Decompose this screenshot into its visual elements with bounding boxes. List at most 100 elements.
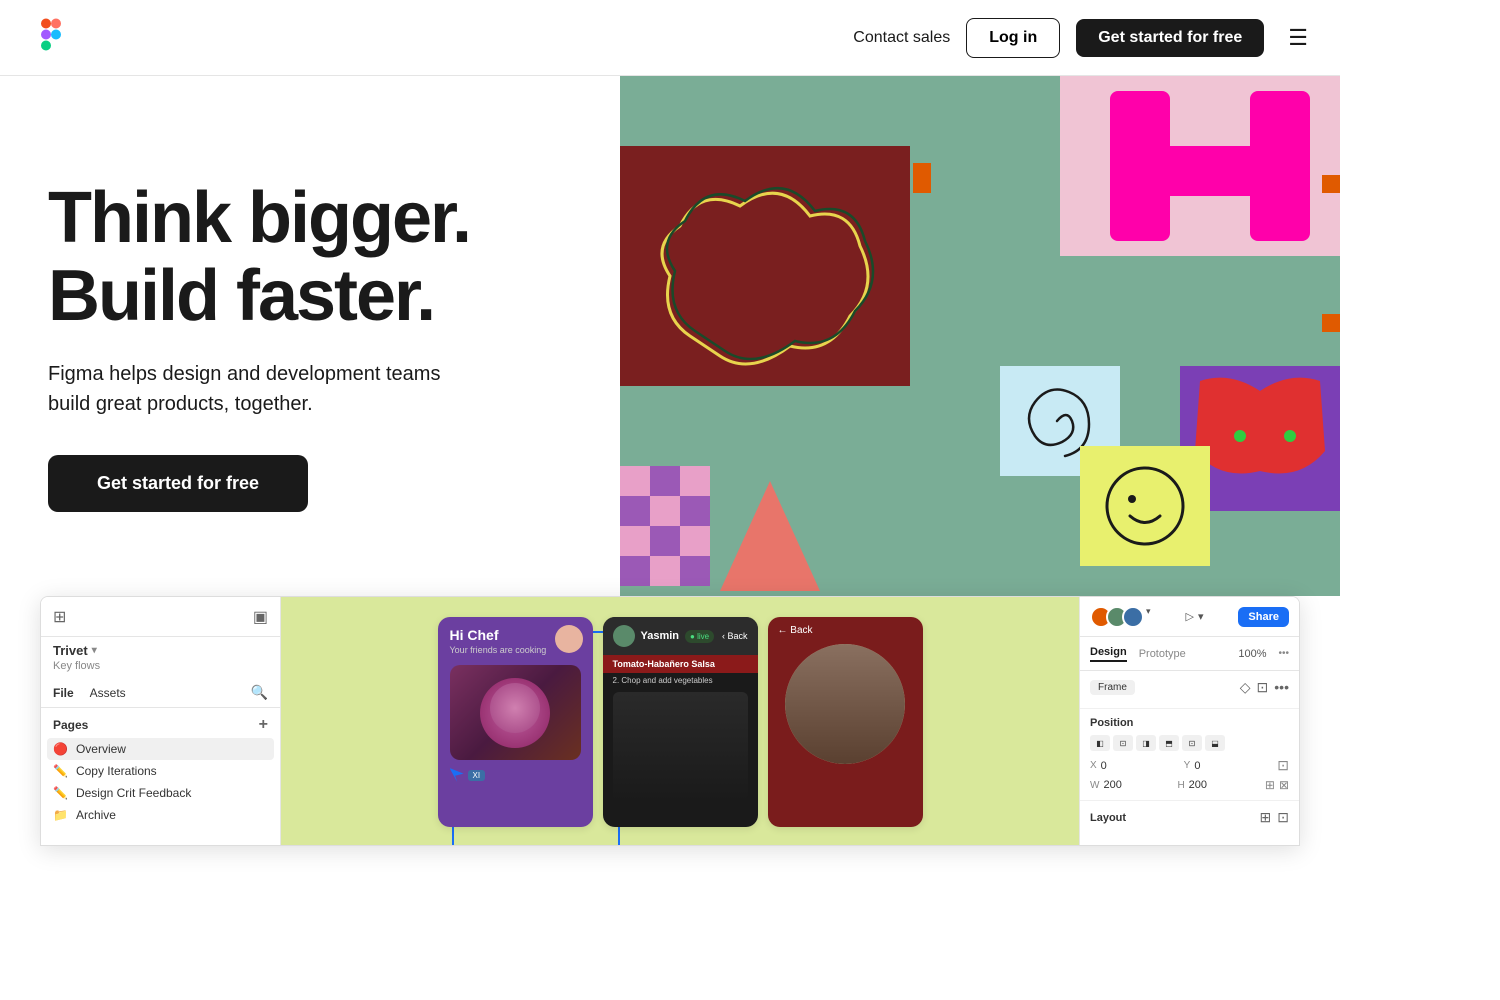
hero-cta-button[interactable]: Get started for free (48, 455, 308, 512)
hero-left: Think bigger. Build faster. Figma helps … (0, 76, 620, 596)
panel-keyflows: Key flows (41, 658, 280, 678)
figma-ui-mockup: ⊞ ▣ Trivet ▾ Key flows File Assets 🔍 Pag… (40, 596, 1300, 846)
play-chevron: ▾ (1198, 610, 1204, 623)
cake-image (450, 665, 581, 760)
play-icon: ▷ (1185, 610, 1193, 623)
collaborator-avatars: ▾ (1090, 606, 1151, 628)
tab-design[interactable]: Design (1090, 646, 1127, 662)
live-badge: ● live (685, 630, 714, 643)
align-right-icon[interactable]: ◨ (1136, 735, 1156, 751)
orange-handle-right-bl (1322, 314, 1340, 332)
frame-1-wrapper: Hi Chef Your friends are cooking (438, 617, 593, 827)
login-button[interactable]: Log in (966, 18, 1060, 58)
page-item-archive[interactable]: 📁 Archive (41, 804, 280, 826)
file-tab[interactable]: File (53, 686, 74, 700)
align-center-h-icon[interactable]: ⊡ (1113, 735, 1133, 751)
recipe-step: 2. Chop and add vegetables (603, 673, 758, 688)
figma-left-panel: ⊞ ▣ Trivet ▾ Key flows File Assets 🔍 Pag… (41, 597, 281, 845)
y-label: Y (1184, 760, 1191, 771)
yellow-blob-shape (640, 156, 890, 376)
page-label-overview: Overview (76, 742, 126, 756)
orange-handle-right-tl (1322, 175, 1340, 193)
search-icon[interactable]: 🔍 (251, 684, 268, 701)
page-item-design-crit[interactable]: ✏️ Design Crit Feedback (41, 782, 280, 804)
frame-row: Frame ◇ ⊡ ••• (1090, 679, 1289, 696)
resize-icon[interactable]: ⊡ (1277, 757, 1289, 774)
w-value: 200 (1103, 779, 1121, 791)
more-icon[interactable]: ••• (1274, 679, 1289, 696)
person-silhouette (785, 644, 905, 764)
more-options-icon[interactable]: ••• (1278, 648, 1289, 659)
hero-title: Think bigger. Build faster. (48, 180, 572, 336)
page-label-design-crit: Design Crit Feedback (76, 786, 191, 800)
nav-cta-button[interactable]: Get started for free (1076, 19, 1264, 57)
wh-row: W 200 H 200 ⊞ ⊠ (1090, 778, 1289, 792)
layout-auto-icon[interactable]: ⊡ (1277, 809, 1289, 826)
smiley-face-shape (1095, 461, 1195, 551)
position-section: Position ◧ ⊡ ◨ ⬒ ⊡ ⬓ X 0 Y 0 ⊡ (1080, 709, 1299, 801)
zoom-level[interactable]: 100% (1238, 648, 1266, 660)
hamburger-menu-icon[interactable]: ☰ (1288, 25, 1308, 51)
layout-grid-icon[interactable]: ⊞ (1260, 809, 1272, 826)
yasmin-header: Yasmin ● live ‹ Back (603, 617, 758, 655)
add-page-button[interactable]: + (259, 716, 268, 734)
frame-section: Frame ◇ ⊡ ••• (1080, 671, 1299, 709)
page-icon-archive: 📁 (53, 808, 68, 822)
grid-icon[interactable]: ⊞ (53, 607, 66, 627)
page-label-archive: Archive (76, 808, 116, 822)
frame-yasmin: Yasmin ● live ‹ Back Tomato-Habañero Sal… (603, 617, 758, 827)
panel-filetabs: File Assets 🔍 (41, 678, 280, 708)
position-label: Position (1090, 717, 1289, 729)
figma-canvas: Hi Chef Your friends are cooking (281, 597, 1079, 845)
page-icon-overview: 🔴 (53, 742, 68, 756)
component-icon[interactable]: ◇ (1240, 679, 1251, 696)
layout-label: Layout (1090, 812, 1126, 824)
sidebar-toggle-icon[interactable]: ▣ (253, 607, 268, 627)
assets-tab[interactable]: Assets (90, 686, 126, 700)
hero-section: Think bigger. Build faster. Figma helps … (0, 76, 1340, 596)
orange-handle-bl (913, 163, 931, 181)
align-center-v-icon[interactable]: ⊡ (1182, 735, 1202, 751)
magenta-h-shape (1100, 86, 1320, 246)
xy-row: X 0 Y 0 ⊡ (1090, 757, 1289, 774)
page-item-copy-iterations[interactable]: ✏️ Copy Iterations (41, 760, 280, 782)
hi-chef-title: Hi Chef (450, 627, 547, 643)
w-field: W 200 (1090, 778, 1169, 792)
person-image (785, 644, 905, 764)
frame-dropdown[interactable]: Frame (1090, 680, 1135, 695)
frame-hi-chef: Hi Chef Your friends are cooking (438, 617, 593, 827)
panel-brand[interactable]: Trivet ▾ (41, 637, 280, 658)
align-bottom-icon[interactable]: ⬓ (1205, 735, 1225, 751)
page-icon-design-crit: ✏️ (53, 786, 68, 800)
page-label-copy: Copy Iterations (76, 764, 157, 778)
yasmin-name: Yasmin (641, 630, 680, 642)
recipe-title: Tomato-Habañero Salsa (603, 655, 758, 673)
play-button[interactable]: ▷ ▾ (1185, 610, 1203, 623)
copy-icon[interactable]: ⊡ (1257, 679, 1269, 696)
tab-prototype[interactable]: Prototype (1139, 648, 1186, 660)
figma-logo (32, 16, 70, 59)
back-button: ← Back (768, 617, 923, 644)
hero-subtitle: Figma helps design and development teams… (48, 359, 468, 419)
right-topbar: ▾ ▷ ▾ Share (1080, 597, 1299, 637)
layout-section: Layout ⊞ ⊡ (1080, 801, 1299, 834)
h-field: H 200 (1177, 778, 1256, 792)
align-top-icon[interactable]: ⬒ (1159, 735, 1179, 751)
figma-right-panel: ▾ ▷ ▾ Share Design Prototype 100% ••• Fr… (1079, 597, 1299, 845)
layout-row: Layout ⊞ ⊡ (1090, 809, 1289, 826)
align-left-icon[interactable]: ◧ (1090, 735, 1110, 751)
y-field: Y 0 (1184, 757, 1270, 774)
layout-icons: ⊞ ⊡ (1260, 809, 1289, 826)
share-button[interactable]: Share (1238, 607, 1289, 627)
lock-ratio-icon[interactable]: ⊞ (1265, 778, 1275, 792)
frame-back: ← Back (768, 617, 923, 827)
pages-header: Pages + (41, 708, 280, 738)
constrain-icon[interactable]: ⊠ (1279, 778, 1289, 792)
avatar-3 (1122, 606, 1144, 628)
right-tabs: Design Prototype 100% ••• (1080, 637, 1299, 671)
contact-sales-link[interactable]: Contact sales (853, 29, 950, 47)
w-label: W (1090, 780, 1099, 791)
page-item-overview[interactable]: 🔴 Overview (47, 738, 274, 760)
align-icons-row: ◧ ⊡ ◨ ⬒ ⊡ ⬓ (1090, 735, 1289, 751)
canvas-frames: Hi Chef Your friends are cooking (438, 617, 923, 827)
